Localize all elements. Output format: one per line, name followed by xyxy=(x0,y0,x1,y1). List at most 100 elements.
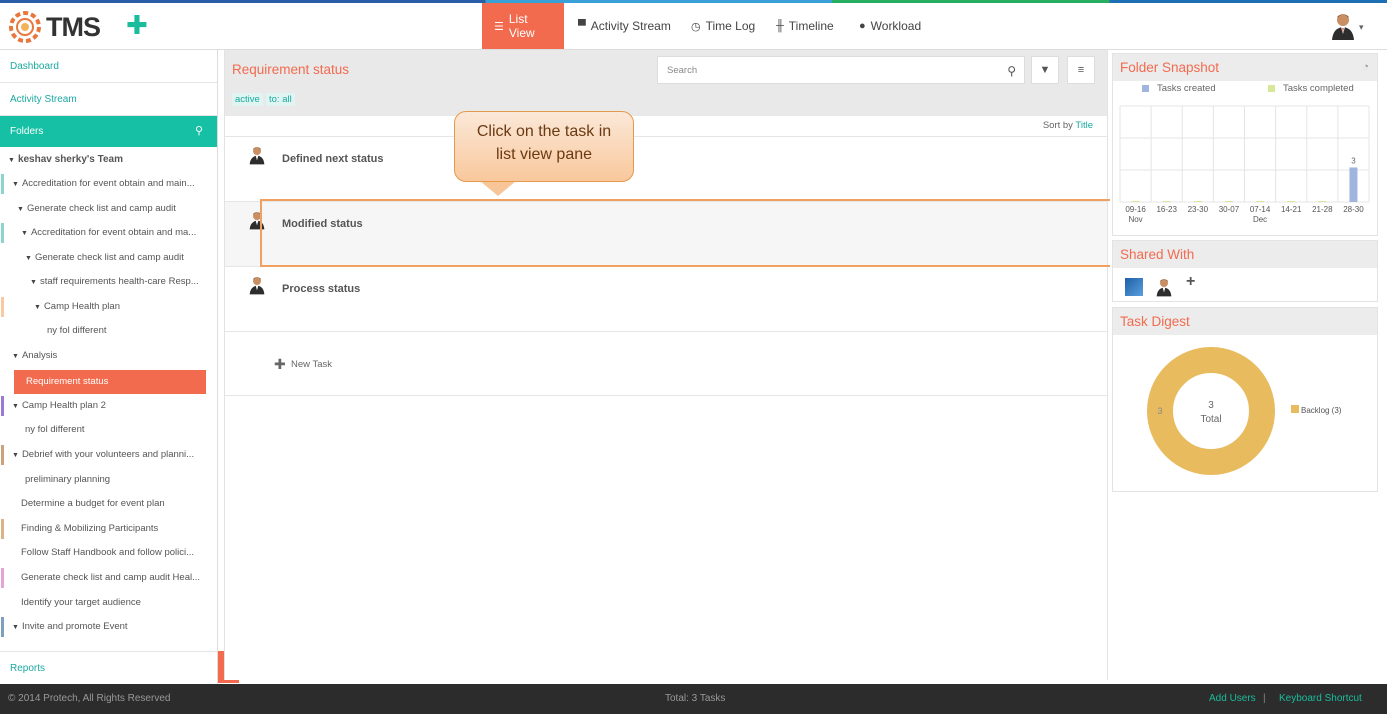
tree-item[interactable]: ▼ Generate check list and camp audit xyxy=(0,246,210,270)
task-digest-panel: Task Digest 3 Total 3 Backlog (3) xyxy=(1112,307,1378,492)
x-tick-label: 16-23 xyxy=(1156,205,1177,214)
search-icon[interactable]: ⚲ xyxy=(195,116,203,147)
sort-prefix: Sort by xyxy=(1042,120,1073,131)
filter-button[interactable]: ▼ xyxy=(1031,56,1059,84)
avatar[interactable] xyxy=(1156,277,1172,297)
tree-item[interactable]: Determine a budget for event plan xyxy=(0,492,210,516)
search-placeholder: Search xyxy=(667,65,698,76)
tree-item-label: Analysis xyxy=(21,350,58,361)
tree-item[interactable]: ▼ Accreditation for event obtain and ma..… xyxy=(0,221,210,245)
search-input[interactable]: Search ⚲ xyxy=(657,56,1025,84)
tree-item-label: Camp Health plan xyxy=(43,301,120,312)
task-row[interactable]: Process status xyxy=(225,266,1107,331)
tree-item[interactable]: ny fol different xyxy=(0,418,210,442)
callout-line-1: Click on the task in xyxy=(476,123,612,140)
tree-item[interactable]: Finding & Mobilizing Participants xyxy=(0,517,210,541)
filter-icon: ▼ xyxy=(1039,64,1051,76)
clock-icon: ◷ xyxy=(691,20,701,33)
sidebar-dashboard-link[interactable]: Dashboard xyxy=(0,50,217,83)
gear-logo-icon xyxy=(9,11,41,43)
nav-workload[interactable]: ● Workload xyxy=(847,3,933,49)
list-icon: ☰ xyxy=(494,20,504,33)
team-node[interactable]: ▼ keshav sherky's Team xyxy=(8,148,217,172)
task-title[interactable]: Process status xyxy=(282,283,360,295)
nav-time-log[interactable]: ◷ Time Log xyxy=(679,3,767,49)
month-label: Dec xyxy=(1253,215,1267,224)
bar-value-label: 3 xyxy=(1351,156,1356,165)
add-member-button[interactable]: + xyxy=(1186,273,1195,291)
tree-item[interactable]: ▼ Accreditation for event obtain and main… xyxy=(0,172,210,196)
nav-list-view[interactable]: ☰ List View xyxy=(482,3,564,49)
nav-timeline-label: Timeline xyxy=(788,19,834,33)
menu-button[interactable]: ≡ xyxy=(1067,56,1095,84)
tree-item-label: Follow Staff Handbook and follow polici.… xyxy=(21,547,195,558)
donut-slice-label: 3 xyxy=(1157,406,1162,416)
task-title[interactable]: Defined next status xyxy=(282,153,383,165)
user-icon: ● xyxy=(859,20,866,32)
avatar xyxy=(249,147,265,165)
new-task-button[interactable]: ✚ New Task xyxy=(225,331,1107,396)
x-tick-label: 28-30 xyxy=(1343,205,1364,214)
nav-activity-stream[interactable]: ▀ Activity Stream xyxy=(566,3,683,49)
tree-item-label: Accreditation for event obtain and ma... xyxy=(30,227,197,238)
filter-chip-to[interactable]: to: all xyxy=(266,93,295,106)
tree-item[interactable]: ▼ Generate check list and camp audit xyxy=(0,197,210,221)
folder-color-bar xyxy=(1,297,4,317)
add-users-link[interactable]: Add Users xyxy=(1209,684,1256,714)
folders-header[interactable]: Folders ⚲ xyxy=(0,116,217,147)
footer-separator: | xyxy=(1263,693,1266,704)
legend-swatch xyxy=(1142,85,1149,92)
folder-snapshot-chart: 09-16 16-23 23-30 30-07 07-14 14-21 21-28 3 28-3… xyxy=(1119,105,1370,224)
legend-swatch xyxy=(1268,85,1275,92)
task-row[interactable]: Defined next status xyxy=(225,136,1107,201)
nav-workload-label: Workload xyxy=(870,19,922,33)
avatar[interactable] xyxy=(1125,278,1143,296)
sidebar-activity-stream-link[interactable]: Activity Stream xyxy=(0,83,217,116)
rss-icon[interactable]: ◔ xyxy=(1362,54,1369,81)
tree-item[interactable]: ▼ Camp Health plan 2 xyxy=(0,394,210,418)
tree-item-label: Finding & Mobilizing Participants xyxy=(21,523,159,534)
caret-down-icon: ▼ xyxy=(12,403,19,410)
tree-item[interactable]: ny fol different xyxy=(0,319,210,343)
total-tasks-text: Total: 3 Tasks xyxy=(665,693,726,704)
filter-chip-active[interactable]: active xyxy=(232,93,263,106)
add-plus-icon[interactable]: ✚ xyxy=(126,12,148,38)
tree-item-label: Generate check list and camp audit xyxy=(34,252,184,263)
bar-empty xyxy=(1287,201,1296,202)
tree-item[interactable]: Generate check list and camp audit Heal.… xyxy=(0,566,210,590)
tree-item-label: Invite and promote Event xyxy=(21,621,128,632)
app-logo[interactable]: TMS xyxy=(8,9,108,45)
folder-color-bar xyxy=(1,174,4,194)
list-view-pane: Requirement status Search ⚲ ▼ ≡ active t… xyxy=(224,50,1108,680)
nav-time-log-label: Time Log xyxy=(705,19,756,33)
tree-item[interactable]: ▼ Camp Health plan xyxy=(0,295,210,319)
page-title: Requirement status xyxy=(232,62,350,77)
search-icon[interactable]: ⚲ xyxy=(1007,58,1016,85)
legend-swatch xyxy=(1291,405,1299,413)
footer: © 2014 Protech, All Rights Reserved Tota… xyxy=(0,684,1387,714)
sidebar-reports-link[interactable]: Reports xyxy=(0,651,217,684)
nav-activity-stream-label: Activity Stream xyxy=(590,19,671,33)
plus-icon: ✚ xyxy=(274,356,286,372)
sort-control[interactable]: Sort by Title xyxy=(1043,120,1093,131)
nav-timeline[interactable]: ╫ Timeline xyxy=(764,3,846,49)
x-tick-label: 30-07 xyxy=(1219,205,1240,214)
user-avatar[interactable] xyxy=(1331,12,1355,40)
legend-completed-label: Tasks completed xyxy=(1283,83,1354,94)
tree-item[interactable]: ▼ staff requirements health-care Resp... xyxy=(0,270,210,294)
tree-item[interactable]: Follow Staff Handbook and follow polici.… xyxy=(0,541,210,565)
tree-item[interactable]: Identify your target audience xyxy=(0,591,210,615)
tree-item[interactable]: ▼ Debrief with your volunteers and planni… xyxy=(0,443,210,467)
bar-tasks-created xyxy=(1349,167,1358,202)
tree-item[interactable]: ▼ Invite and promote Event xyxy=(0,615,210,639)
sort-field-link[interactable]: Title xyxy=(1075,120,1093,131)
tree-item[interactable]: ▼ Analysis xyxy=(0,344,210,368)
chevron-down-icon[interactable]: ▾ xyxy=(1359,22,1364,33)
task-digest-title: Task Digest xyxy=(1120,314,1190,329)
tree-item-selected[interactable]: Requirement status xyxy=(14,370,206,394)
comment-icon: ▀ xyxy=(578,20,586,32)
keyboard-shortcut-link[interactable]: Keyboard Shortcut xyxy=(1279,684,1362,714)
month-label: Nov xyxy=(1128,215,1142,224)
list-header: Requirement status Search ⚲ ▼ ≡ active t… xyxy=(225,50,1107,116)
tree-item[interactable]: preliminary planning xyxy=(0,468,210,492)
